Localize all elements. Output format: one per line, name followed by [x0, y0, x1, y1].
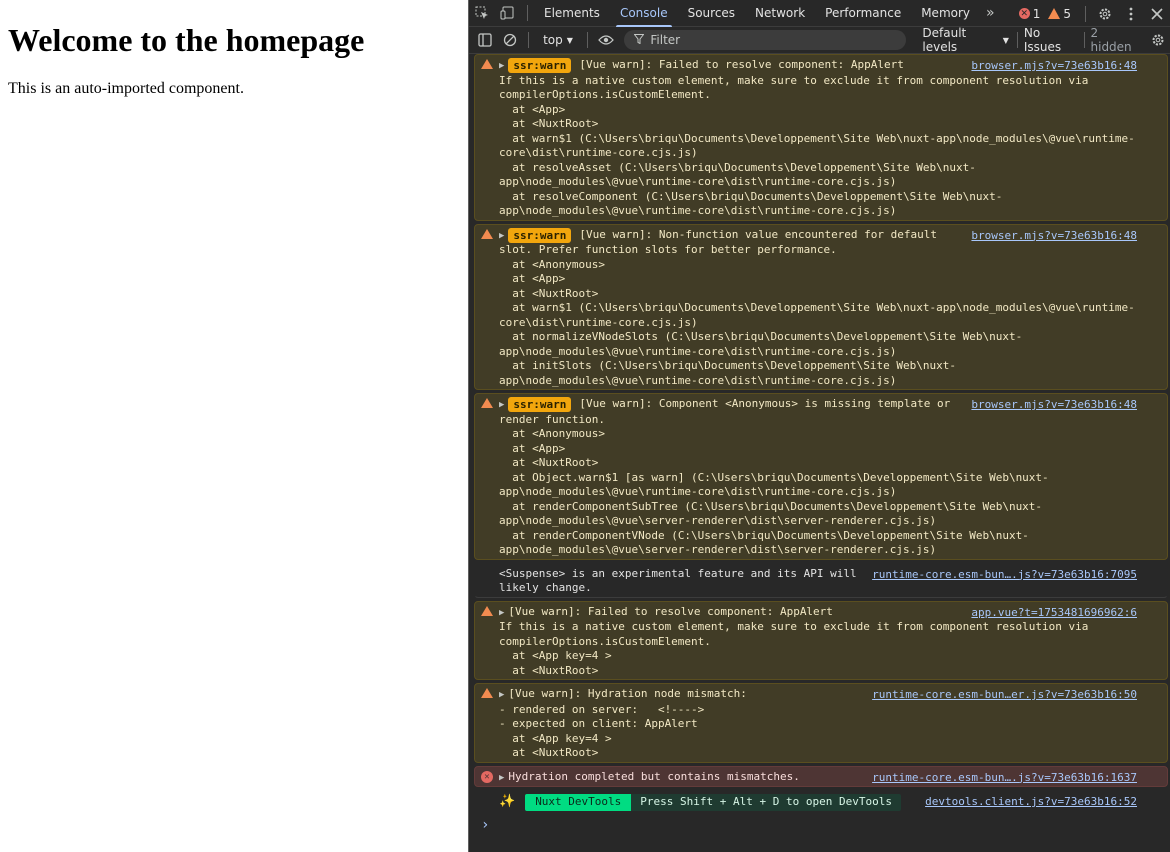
- filter-icon: [633, 33, 645, 47]
- divider: [527, 5, 528, 21]
- nuxt-devtools-message: ✨ Nuxt DevTools Press Shift + Alt + D to…: [474, 790, 1168, 812]
- expand-arrow-icon[interactable]: ▶: [499, 398, 504, 413]
- tab-sources[interactable]: Sources: [678, 0, 745, 27]
- tab-network[interactable]: Network: [745, 0, 815, 27]
- context-selector[interactable]: top ▼: [535, 33, 581, 47]
- filter-input[interactable]: Filter: [624, 30, 907, 50]
- devtools-tabbar: Elements Console Sources Network Performance…: [469, 0, 1170, 27]
- clear-console-icon[interactable]: [498, 27, 523, 54]
- message-source-link[interactable]: runtime-core.esm-bun….js?v=73e63b16:1637: [872, 771, 1137, 786]
- nuxt-devtools-badge: Nuxt DevTools: [525, 794, 632, 811]
- console-message-warn[interactable]: ▶ [Vue warn]: Failed to resolve component…: [474, 600, 1168, 680]
- console-message-warn[interactable]: ▶ ssr:warn [Vue warn]: Non-function value …: [474, 223, 1168, 390]
- console-output: ▶ ssr:warn [Vue warn]: Failed to resolve c…: [469, 54, 1170, 852]
- sidebar-toggle-icon[interactable]: [473, 27, 498, 54]
- levels-label: Default levels: [922, 26, 967, 54]
- tab-memory[interactable]: Memory: [911, 0, 980, 27]
- warning-icon: [481, 398, 493, 408]
- inspect-element-icon[interactable]: [469, 0, 495, 27]
- message-body: likely change.: [499, 581, 592, 594]
- message-body: slot. Prefer function slots for better p…: [499, 243, 1135, 387]
- filter-placeholder: Filter: [650, 33, 681, 47]
- warning-icon: [1048, 8, 1061, 19]
- issues-button[interactable]: No Issues: [1018, 26, 1084, 54]
- hidden-count: 2 hidden: [1090, 26, 1132, 54]
- divider: [586, 32, 588, 48]
- console-message-error[interactable]: ✕ ▶ Hydration completed but contains misma…: [474, 765, 1168, 787]
- message-source-link[interactable]: browser.mjs?v=73e63b16:48: [971, 229, 1137, 244]
- message-source-link[interactable]: app.vue?t=1753481696962:6: [971, 606, 1137, 621]
- warning-icon: [481, 228, 493, 239]
- console-message-warn[interactable]: ▶ ssr:warn [Vue warn]: Failed to resolve c…: [474, 54, 1168, 221]
- message-source-link[interactable]: browser.mjs?v=73e63b16:48: [971, 398, 1137, 413]
- ssr-warn-badge: ssr:warn: [508, 227, 572, 243]
- console-message-warn[interactable]: ▶ [Vue warn]: Hydration node mismatch: - r…: [474, 683, 1168, 763]
- console-message-warn[interactable]: ▶ ssr:warn [Vue warn]: Component <Anonymou…: [474, 393, 1168, 560]
- console-toolbar: top ▼ Filter Default levels ▼ No Issues …: [469, 26, 1170, 54]
- expand-arrow-icon[interactable]: ▶: [499, 606, 504, 621]
- log-levels-dropdown[interactable]: Default levels ▼: [914, 26, 1017, 54]
- nuxt-devtools-hint: Press Shift + Alt + D to open DevTools: [631, 794, 901, 811]
- dropdown-arrow-icon: ▼: [1002, 35, 1009, 45]
- dropdown-arrow-icon: ▼: [566, 35, 573, 45]
- message-source-link[interactable]: browser.mjs?v=73e63b16:48: [971, 59, 1137, 74]
- error-count: 1: [1032, 6, 1041, 21]
- warning-icon: [481, 688, 493, 698]
- console-messages: ▶ ssr:warn [Vue warn]: Failed to resolve c…: [469, 54, 1170, 787]
- tabbar-right: ✕ 1 5: [1018, 0, 1170, 27]
- console-settings-gear-icon[interactable]: [1146, 27, 1170, 54]
- message-source-link[interactable]: devtools.client.js?v=73e63b16:52: [925, 795, 1137, 810]
- message-body: - rendered on server: <!----> - expected…: [499, 702, 705, 760]
- message-source-link[interactable]: runtime-core.esm-bun….js?v=73e63b16:7095: [872, 568, 1137, 583]
- expand-arrow-icon[interactable]: ▶: [499, 688, 504, 703]
- page-heading: Welcome to the homepage: [8, 22, 365, 58]
- tab-console[interactable]: Console: [610, 0, 678, 27]
- close-icon[interactable]: [1144, 0, 1170, 27]
- expand-arrow-icon[interactable]: ▶: [499, 771, 504, 786]
- sparkle-icon: ✨: [499, 794, 516, 809]
- error-count-badge[interactable]: ✕ 1: [1018, 6, 1041, 21]
- more-tabs-icon[interactable]: »: [980, 5, 1001, 21]
- devtools-panel: Elements Console Sources Network Performance…: [468, 0, 1170, 852]
- message-body: If this is a native custom element, make…: [499, 620, 1089, 677]
- console-prompt[interactable]: ›: [481, 817, 1170, 833]
- message-body: render function. at <Anonymous> at <App>…: [499, 412, 1049, 557]
- warning-count-badge[interactable]: 5: [1048, 7, 1071, 21]
- error-icon: ✕: [481, 770, 493, 783]
- more-options-icon[interactable]: [1118, 0, 1144, 27]
- message-body: If this is a native custom element, make…: [499, 73, 1135, 218]
- error-icon: ✕: [1018, 8, 1030, 19]
- divider: [528, 32, 530, 48]
- ssr-warn-badge: ssr:warn: [508, 397, 572, 412]
- context-label: top: [543, 33, 563, 47]
- tab-performance[interactable]: Performance: [815, 0, 911, 27]
- warning-icon: [481, 59, 493, 69]
- message-source-link[interactable]: runtime-core.esm-bun…er.js?v=73e63b16:50: [872, 688, 1137, 703]
- page-paragraph: This is an auto-imported component.: [8, 80, 244, 97]
- toolbar-right: Default levels ▼ No Issues 2 hidden: [914, 26, 1170, 54]
- live-expression-eye-icon[interactable]: [594, 27, 619, 54]
- web-page: Welcome to the homepage This is an auto-…: [0, 0, 468, 852]
- ssr-warn-badge: ssr:warn: [508, 58, 572, 73]
- expand-arrow-icon[interactable]: ▶: [499, 59, 504, 74]
- tab-elements[interactable]: Elements: [534, 0, 610, 27]
- settings-gear-icon[interactable]: [1092, 0, 1118, 27]
- tab-list: Elements Console Sources Network Performance…: [534, 0, 980, 27]
- device-toolbar-icon[interactable]: [495, 0, 521, 27]
- divider: [1085, 5, 1086, 22]
- warning-icon: [481, 605, 493, 616]
- expand-arrow-icon[interactable]: ▶: [499, 229, 504, 244]
- console-message-info[interactable]: <Suspense> is an experimental feature an…: [474, 563, 1168, 598]
- warning-count: 5: [1063, 6, 1071, 21]
